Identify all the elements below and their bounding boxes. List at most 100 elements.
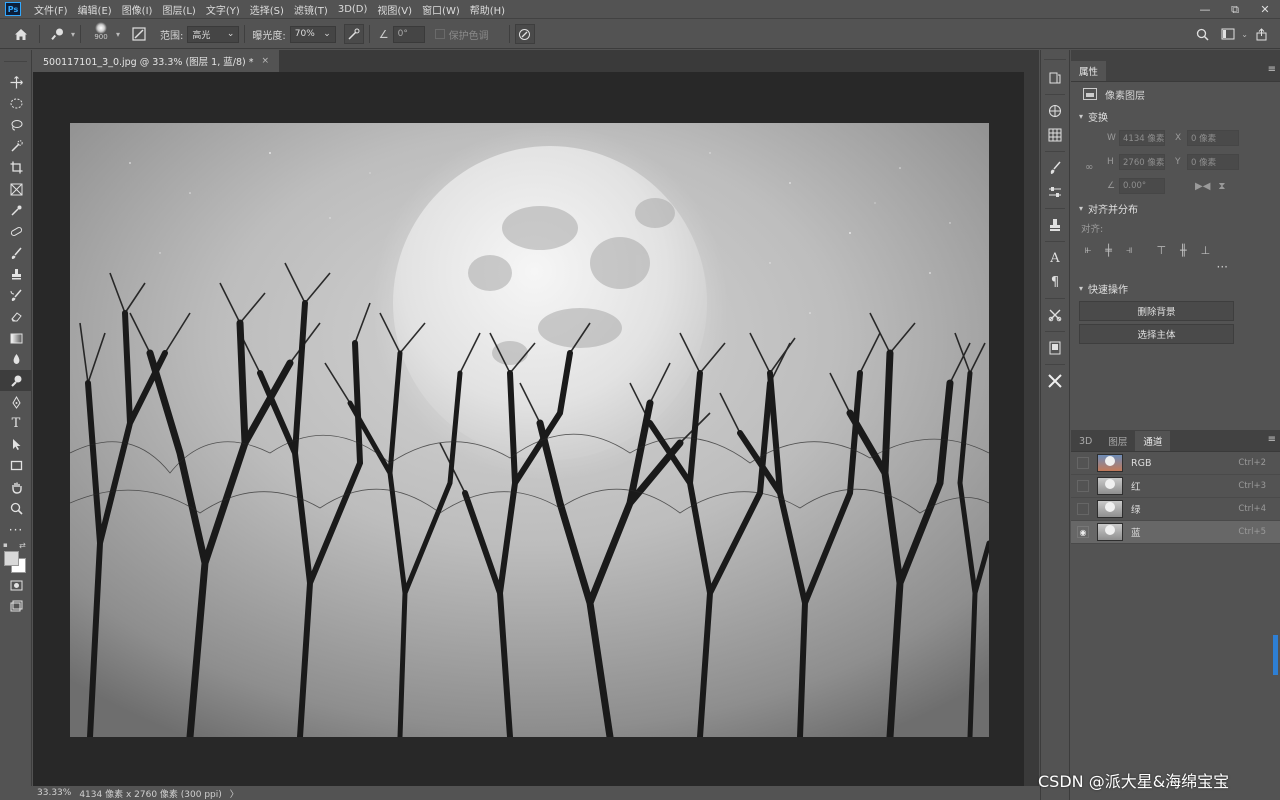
- rectangle-tool-icon[interactable]: [0, 455, 32, 476]
- character-panel-icon[interactable]: A: [1041, 246, 1069, 270]
- brush-preset-picker[interactable]: 900: [86, 21, 116, 47]
- foreground-color-swatch[interactable]: [4, 550, 19, 566]
- y-field[interactable]: 0 像素: [1187, 154, 1239, 170]
- brush-chevron-icon[interactable]: ▾: [116, 30, 120, 39]
- default-colors-icon[interactable]: ▪: [3, 541, 8, 549]
- tool-presets-panel-icon[interactable]: [1041, 303, 1069, 327]
- paragraph-panel-icon[interactable]: ¶: [1041, 270, 1069, 294]
- path-selection-tool-icon[interactable]: [0, 434, 32, 455]
- flip-horizontal-icon[interactable]: ▶◀: [1195, 181, 1210, 192]
- align-section-header[interactable]: ▾ 对齐并分布: [1071, 198, 1280, 218]
- libraries-panel-icon[interactable]: [1041, 336, 1069, 360]
- pen-tool-icon[interactable]: [0, 391, 32, 412]
- tab-layers[interactable]: 图层: [1100, 431, 1135, 451]
- blur-tool-icon[interactable]: [0, 349, 32, 370]
- align-right-icon[interactable]: ⫣: [1126, 243, 1133, 257]
- quick-select-tool-icon[interactable]: [0, 136, 32, 157]
- type-tool-icon[interactable]: T: [0, 413, 32, 434]
- menu-type[interactable]: 文字(Y): [201, 2, 245, 17]
- color-panel-icon[interactable]: [1041, 99, 1069, 123]
- align-middle-v-icon[interactable]: ╫: [1180, 244, 1187, 257]
- brush-tool-icon[interactable]: [0, 242, 32, 263]
- panel-scroll-indicator[interactable]: [1273, 635, 1278, 675]
- more-tools-icon[interactable]: ···: [0, 519, 32, 540]
- clone-stamp-tool-icon[interactable]: [0, 264, 32, 285]
- channel-row-red[interactable]: 红 Ctrl+3: [1071, 475, 1280, 498]
- dodge-tool-preset-icon[interactable]: [45, 23, 71, 45]
- align-left-icon[interactable]: ⫦: [1085, 243, 1091, 257]
- tools-grip[interactable]: [4, 50, 27, 62]
- dodge-tool-icon[interactable]: [0, 370, 32, 392]
- panel-menu-icon[interactable]: ≡: [1268, 434, 1276, 445]
- strip-grip[interactable]: [1044, 50, 1066, 60]
- quick-mask-icon[interactable]: [0, 575, 32, 596]
- hand-tool-icon[interactable]: [0, 477, 32, 498]
- select-subject-button[interactable]: 选择主体: [1079, 324, 1234, 344]
- angle-field[interactable]: 0.00°: [1119, 178, 1165, 194]
- flip-vertical-icon[interactable]: ⧗: [1218, 181, 1225, 192]
- menu-3d[interactable]: 3D(D): [333, 4, 373, 15]
- menu-select[interactable]: 选择(S): [245, 2, 289, 17]
- visibility-toggle[interactable]: [1077, 457, 1089, 469]
- brush-settings-icon[interactable]: [126, 23, 152, 45]
- menu-image[interactable]: 图像(I): [117, 2, 158, 17]
- close-window-button[interactable]: ✕: [1250, 0, 1280, 19]
- more-options-icon[interactable]: ···: [1071, 261, 1280, 278]
- brushes-panel-icon[interactable]: [1041, 156, 1069, 180]
- marquee-tool-icon[interactable]: [0, 93, 32, 114]
- screen-mode-icon[interactable]: [0, 596, 32, 617]
- protect-tones-checkbox[interactable]: 保护色调: [434, 27, 489, 42]
- eraser-tool-icon[interactable]: [0, 306, 32, 327]
- swap-colors-icon[interactable]: ⇄: [19, 541, 26, 550]
- align-center-h-icon[interactable]: ╪: [1105, 244, 1112, 257]
- panel-menu-icon[interactable]: ≡: [1268, 64, 1276, 75]
- channel-row-blue[interactable]: ◉ 蓝 Ctrl+5: [1071, 521, 1280, 544]
- channel-row-rgb[interactable]: RGB Ctrl+2: [1071, 452, 1280, 475]
- history-brush-tool-icon[interactable]: [0, 285, 32, 306]
- menu-window[interactable]: 窗口(W): [417, 2, 465, 17]
- range-select[interactable]: 高光 ⌄: [187, 25, 240, 43]
- panel-grip[interactable]: [1071, 50, 1280, 60]
- visibility-toggle[interactable]: [1077, 480, 1089, 492]
- document-tab[interactable]: 500117101_3_0.jpg @ 33.3% (图层 1, 蓝/8) * …: [33, 50, 280, 72]
- eye-icon[interactable]: ◉: [1077, 526, 1089, 538]
- restore-button[interactable]: ⧉: [1220, 0, 1250, 19]
- close-tab-icon[interactable]: ×: [261, 56, 269, 66]
- vertical-scrollbar[interactable]: [1024, 72, 1039, 786]
- status-arrow-icon[interactable]: 〉: [230, 787, 239, 800]
- menu-filter[interactable]: 滤镜(T): [289, 2, 333, 17]
- menu-file[interactable]: 文件(F): [29, 2, 73, 17]
- zoom-level[interactable]: 33.33%: [37, 788, 71, 798]
- pressure-size-icon[interactable]: [514, 24, 535, 44]
- zoom-tool-icon[interactable]: [0, 498, 32, 519]
- angle-input[interactable]: 0°: [392, 25, 425, 43]
- align-top-icon[interactable]: ⊤: [1156, 244, 1166, 257]
- exposure-input[interactable]: 70% ⌄: [289, 25, 336, 43]
- airbrush-toggle-icon[interactable]: [343, 24, 364, 44]
- canvas-image[interactable]: [70, 123, 989, 737]
- tools-crossed-icon[interactable]: [1041, 369, 1069, 393]
- frame-tool-icon[interactable]: [0, 178, 32, 199]
- transform-section-header[interactable]: ▾ 变换: [1071, 106, 1280, 126]
- lasso-tool-icon[interactable]: [0, 115, 32, 136]
- x-field[interactable]: 0 像素: [1187, 130, 1239, 146]
- remove-background-button[interactable]: 删除背景: [1079, 301, 1234, 321]
- clone-source-panel-icon[interactable]: [1041, 213, 1069, 237]
- share-icon[interactable]: [1248, 23, 1274, 45]
- visibility-toggle[interactable]: [1077, 503, 1089, 515]
- healing-brush-tool-icon[interactable]: [0, 221, 32, 242]
- swatches-panel-icon[interactable]: [1041, 123, 1069, 147]
- menu-help[interactable]: 帮助(H): [465, 2, 510, 17]
- width-field[interactable]: 4134 像素: [1119, 130, 1165, 146]
- crop-tool-icon[interactable]: [0, 157, 32, 178]
- height-field[interactable]: 2760 像素: [1119, 154, 1165, 170]
- eyedropper-tool-icon[interactable]: [0, 200, 32, 221]
- quick-actions-section-header[interactable]: ▾ 快速操作: [1071, 278, 1280, 298]
- adjustments-panel-icon[interactable]: [1041, 180, 1069, 204]
- align-bottom-icon[interactable]: ⊥: [1201, 244, 1211, 257]
- move-tool-icon[interactable]: [0, 72, 32, 93]
- channel-row-green[interactable]: 绿 Ctrl+4: [1071, 498, 1280, 521]
- minimize-button[interactable]: —: [1190, 0, 1220, 19]
- canvas-pasteboard[interactable]: [33, 72, 1024, 786]
- home-icon[interactable]: [8, 23, 34, 45]
